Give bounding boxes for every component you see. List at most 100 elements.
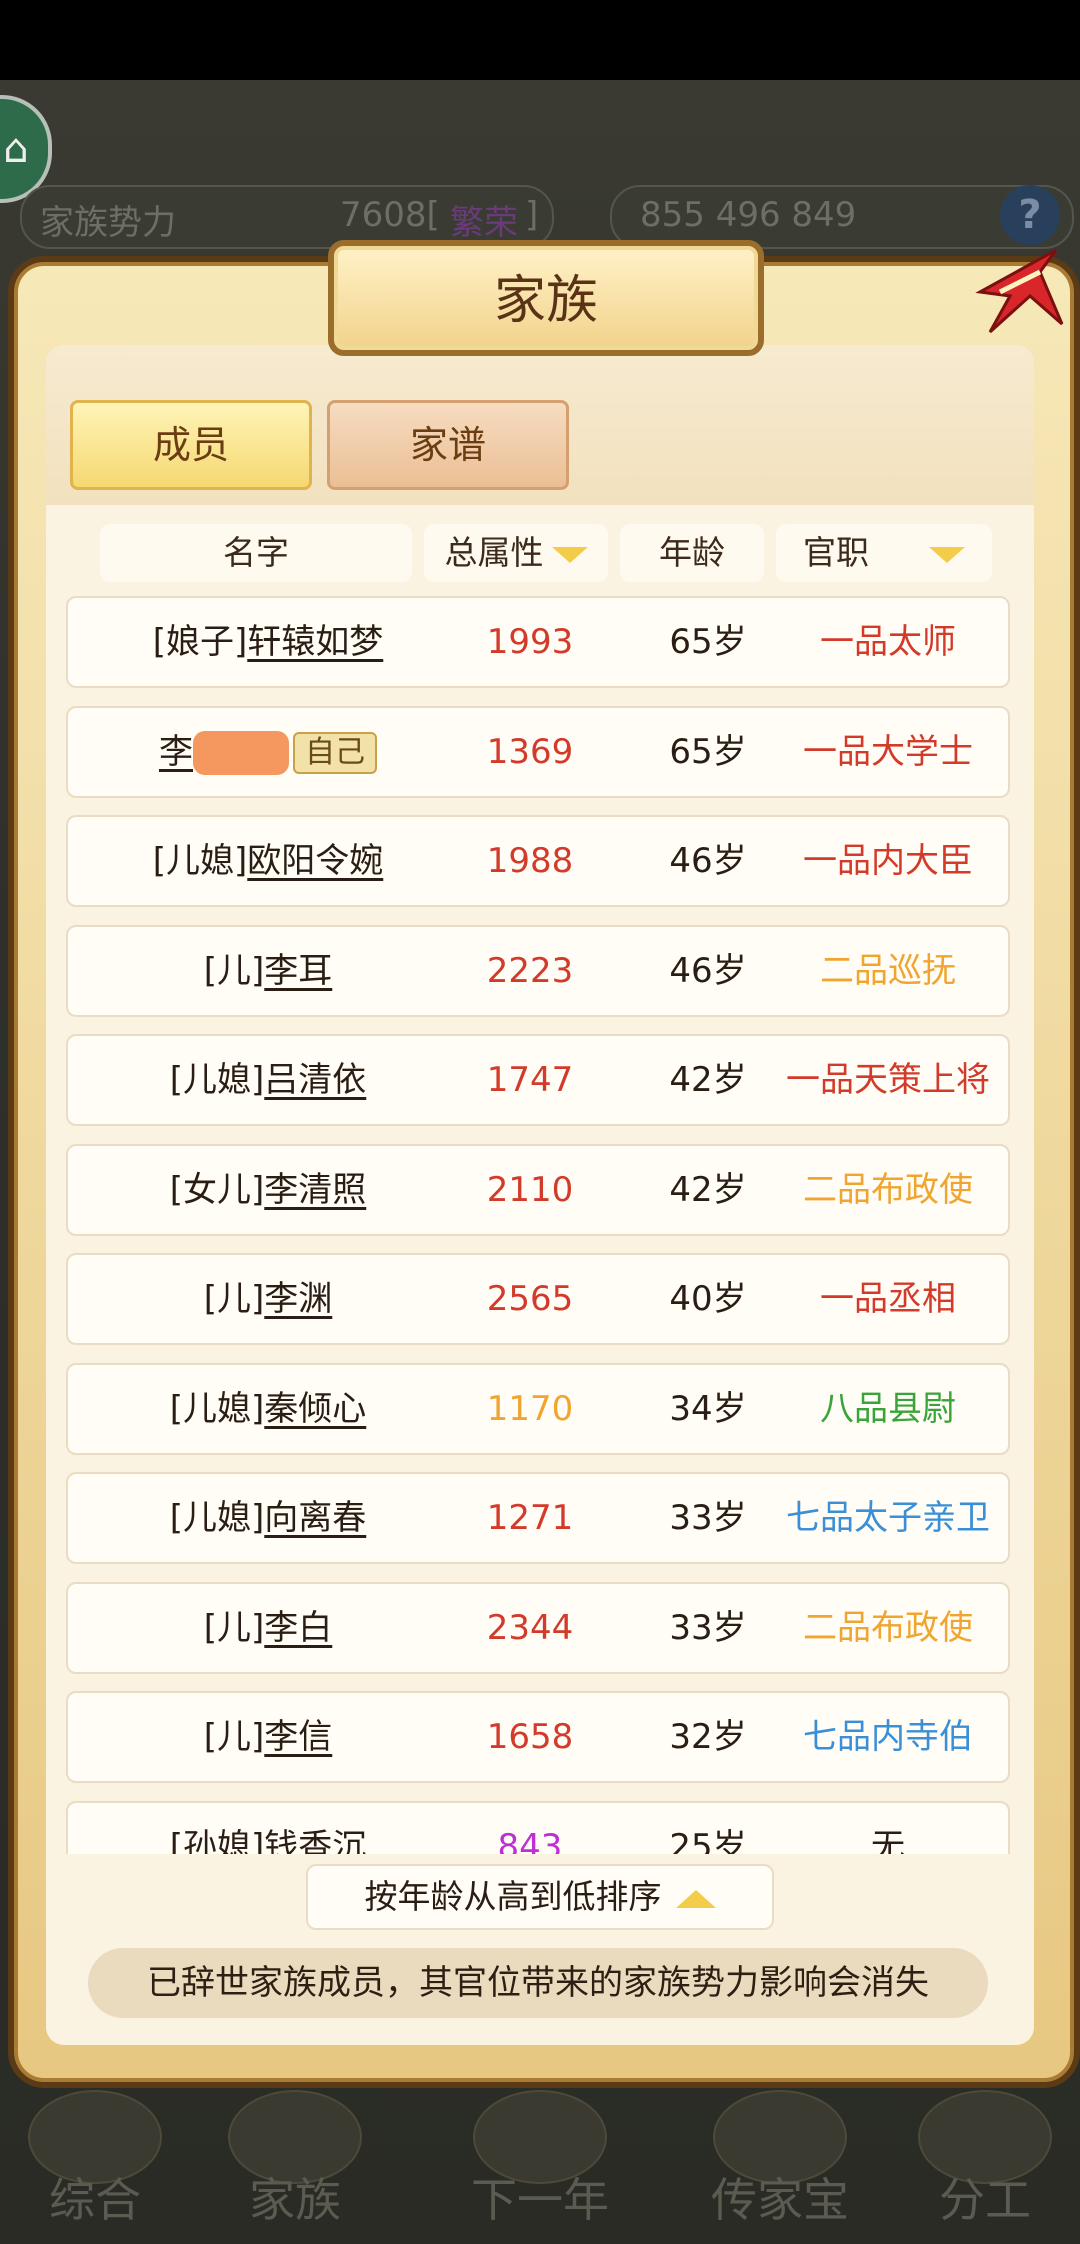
member-age: 32岁 xyxy=(669,1717,747,1757)
self-badge: 自己 xyxy=(293,732,377,774)
nav-next-year[interactable]: 下一年 xyxy=(440,2090,640,2230)
column-header-total-attr[interactable]: 总属性 xyxy=(424,524,608,582)
member-office: 一品天策上将 xyxy=(786,1060,990,1100)
nav-family[interactable]: 家族 xyxy=(220,2090,370,2230)
member-age: 33岁 xyxy=(669,1607,747,1648)
relation-prefix: [儿媳] xyxy=(169,1388,265,1429)
member-name-text[interactable]: 向离春 xyxy=(264,1498,366,1538)
relation-prefix: [儿] xyxy=(203,950,265,991)
member-name[interactable]: [儿]李信 xyxy=(68,1693,468,1781)
member-office: 七品内寺伯 xyxy=(803,1717,973,1757)
member-office: 八品县尉 xyxy=(820,1388,956,1429)
member-name[interactable]: [孙媳]钱香沉 xyxy=(68,1803,468,1855)
relation-prefix: [儿] xyxy=(203,1607,265,1648)
member-name-text[interactable]: 李清照 xyxy=(264,1170,366,1210)
member-office: 无 xyxy=(871,1826,905,1855)
sort-by-age-button[interactable]: 按年龄从高到低排序 xyxy=(306,1864,774,1930)
member-name-text[interactable]: 李白 xyxy=(264,1608,332,1648)
relation-prefix: [儿媳] xyxy=(169,1498,265,1538)
sort-down-icon xyxy=(929,546,965,563)
member-office: 七品太子亲卫 xyxy=(786,1498,990,1538)
member-row[interactable]: 李 自己 1369 65岁 一品大学士 xyxy=(66,705,1010,798)
member-total-attr: 1658 xyxy=(486,1717,574,1757)
member-name-text[interactable]: 秦倾心 xyxy=(264,1389,366,1429)
member-row[interactable]: [儿]李信 1658 32岁 七品内寺伯 xyxy=(66,1691,1010,1783)
sort-down-icon xyxy=(551,546,588,563)
member-total-attr: 2110 xyxy=(486,1169,574,1210)
member-name[interactable]: [儿媳]秦倾心 xyxy=(68,1365,468,1453)
family-power-value: 7608[ xyxy=(340,195,440,235)
family-power-rank: 繁荣 xyxy=(450,203,518,243)
deceased-notice: 已辞世家族成员，其官位带来的家族势力影响会消失 xyxy=(88,1948,988,2018)
resource-values: 855 496 849 xyxy=(640,195,857,235)
member-age: 40岁 xyxy=(669,1279,747,1319)
member-row[interactable]: [儿媳]吕清依 1747 42岁 一品天策上将 xyxy=(66,1034,1010,1126)
relation-prefix: [儿媳] xyxy=(169,1060,265,1100)
member-name[interactable]: [儿]李渊 xyxy=(68,1255,468,1343)
nav-overview[interactable]: 综合 xyxy=(20,2090,170,2230)
member-row[interactable]: [女儿]李清照 2110 42岁 二品布政使 xyxy=(66,1143,1010,1236)
member-name[interactable]: [儿]李白 xyxy=(68,1584,468,1672)
member-age: 65岁 xyxy=(669,731,747,772)
member-age: 33岁 xyxy=(669,1498,747,1538)
member-total-attr: 843 xyxy=(497,1826,563,1855)
member-row[interactable]: [孙媳]钱香沉 843 25岁 无 xyxy=(66,1800,1010,1855)
redaction-mark xyxy=(193,731,289,775)
member-total-attr: 1170 xyxy=(486,1388,574,1429)
tab-family-tree[interactable]: 家谱 xyxy=(327,400,569,490)
member-age: 42岁 xyxy=(669,1169,747,1210)
member-row[interactable]: [儿]李白 2344 33岁 二品布政使 xyxy=(66,1581,1010,1674)
member-name-text[interactable]: 欧阳令婉 xyxy=(247,841,383,881)
column-header-age: 年龄 xyxy=(620,524,764,582)
family-power-label: 家族势力 xyxy=(40,203,176,243)
member-total-attr: 1747 xyxy=(486,1060,574,1100)
member-name-text[interactable]: 李耳 xyxy=(264,951,332,991)
tab-members[interactable]: 成员 xyxy=(70,400,312,490)
member-row[interactable]: [儿媳]向离春 1271 33岁 七品太子亲卫 xyxy=(66,1472,1010,1564)
member-name[interactable]: 李 自己 xyxy=(68,708,468,796)
member-row[interactable]: [儿]李耳 2223 46岁 二品巡抚 xyxy=(66,924,1010,1017)
member-row[interactable]: [儿]李渊 2565 40岁 一品丞相 xyxy=(66,1253,1010,1345)
nav-division[interactable]: 分工 xyxy=(910,2090,1060,2230)
member-total-attr: 2344 xyxy=(486,1607,574,1648)
member-row[interactable]: [儿媳]欧阳令婉 1988 46岁 一品内大臣 xyxy=(66,815,1010,907)
member-office: 一品内大臣 xyxy=(803,841,973,881)
member-total-attr: 1993 xyxy=(486,622,574,662)
nav-heirloom[interactable]: 传家宝 xyxy=(690,2090,870,2230)
family-power-close: ] xyxy=(525,195,539,235)
member-name[interactable]: [儿媳]吕清依 xyxy=(68,1036,468,1124)
member-name-text[interactable]: 吕清依 xyxy=(264,1060,366,1100)
member-total-attr: 1271 xyxy=(486,1498,574,1538)
relation-prefix: [娘子] xyxy=(152,622,248,662)
member-name[interactable]: [儿媳]欧阳令婉 xyxy=(68,817,468,905)
member-name-text[interactable]: 轩辕如梦 xyxy=(247,622,383,662)
status-bar xyxy=(0,0,1080,80)
member-age: 46岁 xyxy=(669,950,747,991)
member-name-text[interactable]: 李渊 xyxy=(264,1279,332,1319)
member-list[interactable]: [娘子]轩辕如梦 1993 65岁 一品太师李自己 1369 65岁 一品大学士 [儿媳]欧阳… xyxy=(66,596,1010,1854)
close-button[interactable] xyxy=(970,232,1066,342)
member-name[interactable]: [女儿]李清照 xyxy=(68,1146,468,1234)
member-name[interactable]: [娘子]轩辕如梦 xyxy=(68,598,468,686)
member-row[interactable]: [儿媳]秦倾心 1170 34岁 八品县尉 xyxy=(66,1362,1010,1455)
member-name[interactable]: [儿]李耳 xyxy=(68,927,468,1015)
member-age: 25岁 xyxy=(669,1826,747,1855)
member-age: 42岁 xyxy=(669,1060,747,1100)
member-office: 二品巡抚 xyxy=(820,950,956,991)
member-name[interactable]: [儿媳]向离春 xyxy=(68,1474,468,1562)
panel-title: 家族 xyxy=(493,271,598,331)
member-office: 一品太师 xyxy=(820,622,956,662)
relation-prefix: [儿媳] xyxy=(152,841,248,881)
member-name-text[interactable]: 钱香沉 xyxy=(264,1827,366,1855)
member-age: 65岁 xyxy=(669,622,747,662)
relation-prefix: [孙媳] xyxy=(169,1826,265,1855)
column-header-office[interactable]: 官职 xyxy=(776,524,992,582)
member-office: 二品布政使 xyxy=(803,1169,973,1210)
relation-prefix: [女儿] xyxy=(169,1169,265,1210)
member-name-text[interactable]: 李 xyxy=(159,732,193,772)
relation-prefix: [儿] xyxy=(203,1279,265,1319)
member-row[interactable]: [娘子]轩辕如梦 1993 65岁 一品太师 xyxy=(66,596,1010,688)
member-age: 34岁 xyxy=(669,1388,747,1429)
member-name-text[interactable]: 李信 xyxy=(264,1717,332,1757)
member-total-attr: 2223 xyxy=(486,950,574,991)
